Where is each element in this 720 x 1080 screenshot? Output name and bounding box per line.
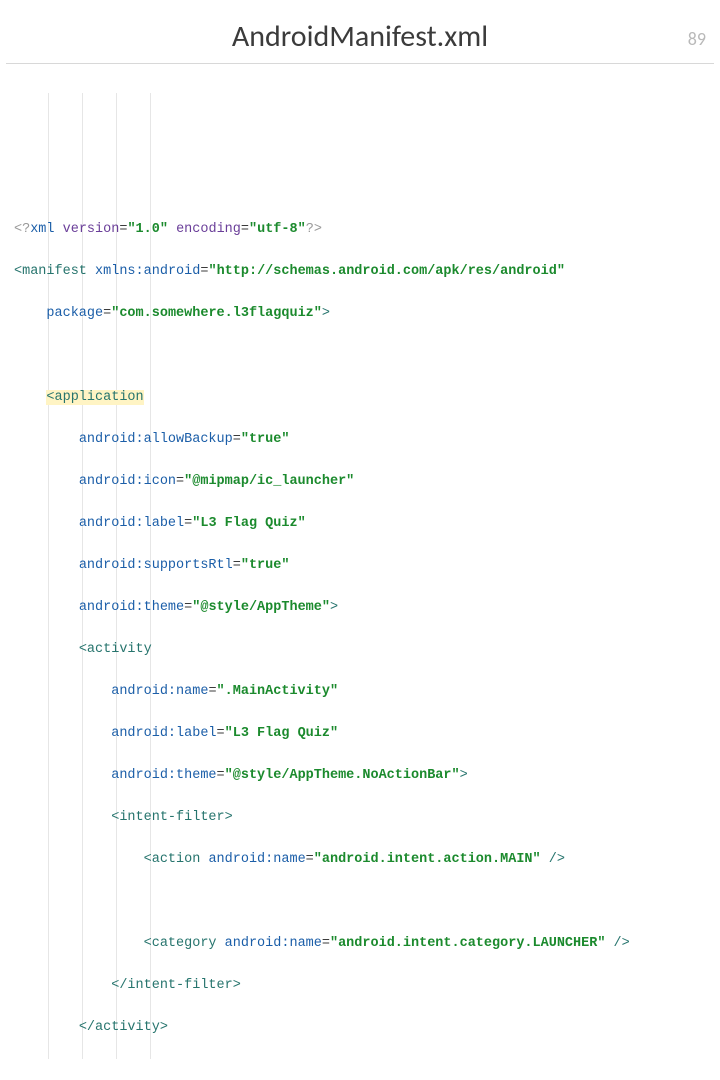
code-line: android:theme="@style/AppTheme.NoActionB… [8, 765, 712, 786]
code-line: <action android:name="android.intent.act… [8, 849, 712, 870]
code-line: android:icon="@mipmap/ic_launcher" [8, 471, 712, 492]
code-line [8, 345, 712, 366]
code-line: package="com.somewhere.l3flagquiz"> [8, 303, 712, 324]
code-line: <application [8, 387, 712, 408]
code-line [8, 891, 712, 912]
code-line: <?xml version="1.0" encoding="utf-8"?> [8, 219, 712, 240]
code-line: android:allowBackup="true" [8, 429, 712, 450]
code-line: </activity> [8, 1017, 712, 1038]
code-line: android:name=".MainActivity" [8, 681, 712, 702]
code-line: <manifest xmlns:android="http://schemas.… [8, 261, 712, 282]
code-line: <intent-filter> [8, 807, 712, 828]
code-block: <?xml version="1.0" encoding="utf-8"?> <… [0, 68, 720, 1080]
slide-number: 89 [688, 28, 706, 50]
code-line: <activity [8, 639, 712, 660]
code-line: <category android:name="android.intent.c… [8, 933, 712, 954]
code-line: android:label="L3 Flag Quiz" [8, 513, 712, 534]
code-line: android:theme="@style/AppTheme"> [8, 597, 712, 618]
code-line: android:label="L3 Flag Quiz" [8, 723, 712, 744]
divider [6, 63, 714, 64]
page-title: AndroidManifest.xml [0, 18, 720, 55]
code-line: android:supportsRtl="true" [8, 555, 712, 576]
code-line: </intent-filter> [8, 975, 712, 996]
